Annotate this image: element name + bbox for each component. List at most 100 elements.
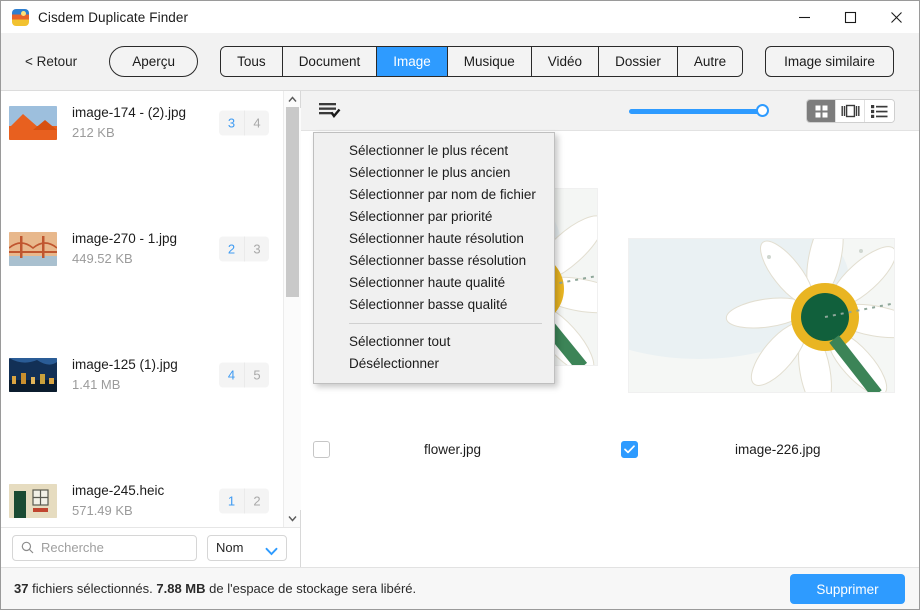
photo-checkbox-checked[interactable] <box>621 441 638 458</box>
menu-item-select-high-quality[interactable]: Sélectionner haute qualité <box>314 272 554 294</box>
maximize-icon[interactable] <box>827 1 873 33</box>
duplicate-count-badge: 2 3 <box>219 236 269 261</box>
window-controls <box>781 1 919 33</box>
search-row: Nom <box>1 527 300 567</box>
status-text: 37 fichiers sélectionnés. 7.88 MB de l'e… <box>14 581 416 596</box>
category-tabs: Tous Document Image Musique Vidéo Dossie… <box>220 46 743 77</box>
freed-size: 7.88 MB <box>156 581 205 596</box>
status-bar: 37 fichiers sélectionnés. 7.88 MB de l'e… <box>1 567 919 609</box>
list-check-icon[interactable] <box>318 100 342 122</box>
file-info: image-245.heic 571.49 KB <box>72 481 164 520</box>
photo-checkbox[interactable] <box>313 441 330 458</box>
close-icon[interactable] <box>873 1 919 33</box>
list-view-icon[interactable] <box>865 100 894 122</box>
file-info: image-270 - 1.jpg 449.52 KB <box>72 229 177 268</box>
view-mode-toggle <box>806 99 895 123</box>
status-text-mid: fichiers sélectionnés. <box>32 581 153 596</box>
menu-item-deselect-all[interactable]: Désélectionner <box>314 353 554 375</box>
file-info: image-174 - (2).jpg 212 KB <box>72 103 186 142</box>
badge-total: 2 <box>244 488 269 513</box>
file-name: image-125 (1).jpg <box>72 355 178 374</box>
similar-image-button[interactable]: Image similaire <box>765 46 894 77</box>
chevron-down-icon <box>265 543 278 561</box>
list-item[interactable]: image-245.heic 571.49 KB 1 2 <box>1 469 283 527</box>
badge-total: 3 <box>244 236 269 261</box>
badge-current: 4 <box>219 362 244 387</box>
tab-image[interactable]: Image <box>377 47 448 76</box>
menu-item-select-newest[interactable]: Sélectionner le plus récent <box>314 140 554 162</box>
slider-knob[interactable] <box>756 104 769 117</box>
chevron-down-icon[interactable] <box>284 510 301 527</box>
slider-track[interactable] <box>629 109 767 114</box>
badge-total: 4 <box>244 110 269 135</box>
badge-total: 5 <box>244 362 269 387</box>
sort-select[interactable]: Nom <box>207 535 287 561</box>
file-name: image-245.heic <box>72 481 164 500</box>
back-button[interactable]: < Retour <box>25 54 77 69</box>
photo-label: image-226.jpg <box>735 442 821 457</box>
file-size: 212 KB <box>72 123 186 142</box>
menu-item-select-high-resolution[interactable]: Sélectionner haute résolution <box>314 228 554 250</box>
night-city-thumb <box>9 358 57 392</box>
file-name: image-174 - (2).jpg <box>72 103 186 122</box>
content-toolbar <box>301 91 919 131</box>
duplicate-count-badge: 3 4 <box>219 110 269 135</box>
badge-current: 3 <box>219 110 244 135</box>
file-info: image-125 (1).jpg 1.41 MB <box>72 355 178 394</box>
file-name: image-270 - 1.jpg <box>72 229 177 248</box>
selection-dropdown-menu: Sélectionner le plus récent Sélectionner… <box>313 132 555 384</box>
sort-value: Nom <box>216 540 243 555</box>
file-size: 1.41 MB <box>72 375 178 394</box>
badge-current: 1 <box>219 488 244 513</box>
minimize-icon[interactable] <box>781 1 827 33</box>
window-title: Cisdem Duplicate Finder <box>38 10 188 25</box>
coverflow-view-icon[interactable] <box>836 100 865 122</box>
tab-video[interactable]: Vidéo <box>532 47 599 76</box>
menu-item-select-all[interactable]: Sélectionner tout <box>314 331 554 353</box>
duplicate-count-badge: 1 2 <box>219 488 269 513</box>
chevron-up-icon[interactable] <box>284 91 301 108</box>
title-bar: Cisdem Duplicate Finder <box>1 1 919 33</box>
tab-autre[interactable]: Autre <box>678 47 742 76</box>
photo-caption-row: flower.jpg <box>313 441 598 458</box>
search-box[interactable] <box>12 535 197 561</box>
file-size: 571.49 KB <box>72 501 164 520</box>
tab-musique[interactable]: Musique <box>448 47 532 76</box>
preview-button[interactable]: Aperçu <box>109 46 198 77</box>
menu-item-select-low-quality[interactable]: Sélectionner basse qualité <box>314 294 554 316</box>
photo-label: flower.jpg <box>424 442 481 457</box>
search-icon <box>21 541 34 554</box>
file-list[interactable]: image-174 - (2).jpg 212 KB 3 4 image-270… <box>1 91 283 527</box>
file-list-scrollbar[interactable] <box>283 91 300 527</box>
delete-button[interactable]: Supprimer <box>790 574 905 604</box>
tab-dossier[interactable]: Dossier <box>599 47 678 76</box>
status-text-end: de l'espace de stockage sera libéré. <box>209 581 416 596</box>
scrollbar-thumb[interactable] <box>286 107 299 297</box>
app-logo-icon <box>12 9 29 26</box>
white-daisy-image[interactable] <box>628 238 895 393</box>
list-item[interactable]: image-270 - 1.jpg 449.52 KB 2 3 <box>1 217 283 280</box>
photo-cell[interactable] <box>628 238 895 393</box>
file-list-panel: image-174 - (2).jpg 212 KB 3 4 image-270… <box>1 91 301 567</box>
search-input[interactable] <box>41 540 181 555</box>
photo-caption-row: image-226.jpg <box>621 441 911 458</box>
menu-item-select-oldest[interactable]: Sélectionner le plus ancien <box>314 162 554 184</box>
menu-separator <box>349 323 542 324</box>
list-item[interactable]: image-174 - (2).jpg 212 KB 3 4 <box>1 91 283 154</box>
menu-item-select-by-priority[interactable]: Sélectionner par priorité <box>314 206 554 228</box>
zoom-slider[interactable] <box>629 105 767 117</box>
file-size: 449.52 KB <box>72 249 177 268</box>
menu-item-select-by-filename[interactable]: Sélectionner par nom de fichier <box>314 184 554 206</box>
grid-view-icon[interactable] <box>807 100 836 122</box>
duplicate-count-badge: 4 5 <box>219 362 269 387</box>
tab-document[interactable]: Document <box>283 47 378 76</box>
golden-gate-bridge-thumb <box>9 232 57 266</box>
desert-sunset-thumb <box>9 106 57 140</box>
house-door-window-thumb <box>9 484 57 518</box>
badge-current: 2 <box>219 236 244 261</box>
menu-item-select-low-resolution[interactable]: Sélectionner basse résolution <box>314 250 554 272</box>
selected-count: 37 <box>14 581 28 596</box>
tab-tous[interactable]: Tous <box>221 47 283 76</box>
list-item[interactable]: image-125 (1).jpg 1.41 MB 4 5 <box>1 343 283 406</box>
main-toolbar: < Retour Aperçu Tous Document Image Musi… <box>1 33 919 91</box>
